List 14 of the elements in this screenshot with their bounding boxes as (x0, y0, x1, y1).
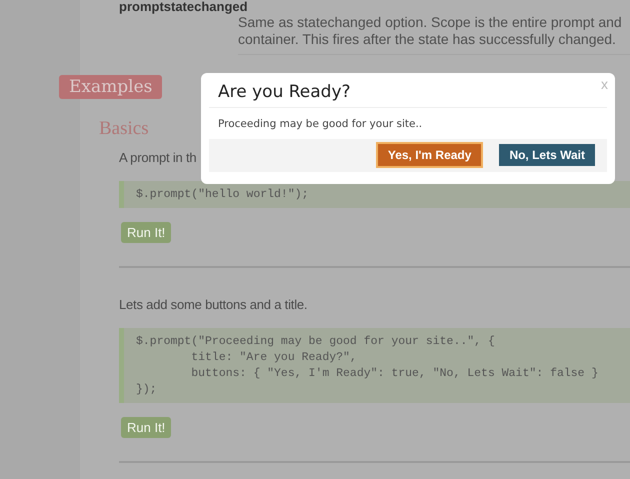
dialog-message: Proceeding may be good for your site.. (217, 117, 424, 132)
code-block: $.prompt("hello world!"); (119, 181, 630, 208)
example-intro: Lets add some buttons and a title. (119, 297, 308, 312)
code-block: $.prompt("Proceeding may be good for your site..", { title: "Are you Ready?", buttons: { "Yes, I'm Ready": true, "No, Lets Wait": false } }); (119, 328, 630, 403)
option-name: promptstatechanged (119, 0, 248, 14)
option-description: Same as statechanged option. Scope is the entire prompt and container. This fires after the state has successfully changed. (238, 14, 623, 48)
section-heading: Examples (59, 75, 162, 99)
run-button[interactable]: Run It! (121, 417, 172, 438)
dialog-button[interactable]: Yes, I'm Ready (378, 144, 482, 166)
subsection-heading: Basics (99, 118, 149, 140)
example-intro: A prompt in th (119, 150, 196, 165)
run-button[interactable]: Run It! (121, 222, 172, 243)
dialog-button[interactable]: No, Lets Wait (499, 144, 595, 166)
close-button[interactable]: x (601, 76, 608, 92)
